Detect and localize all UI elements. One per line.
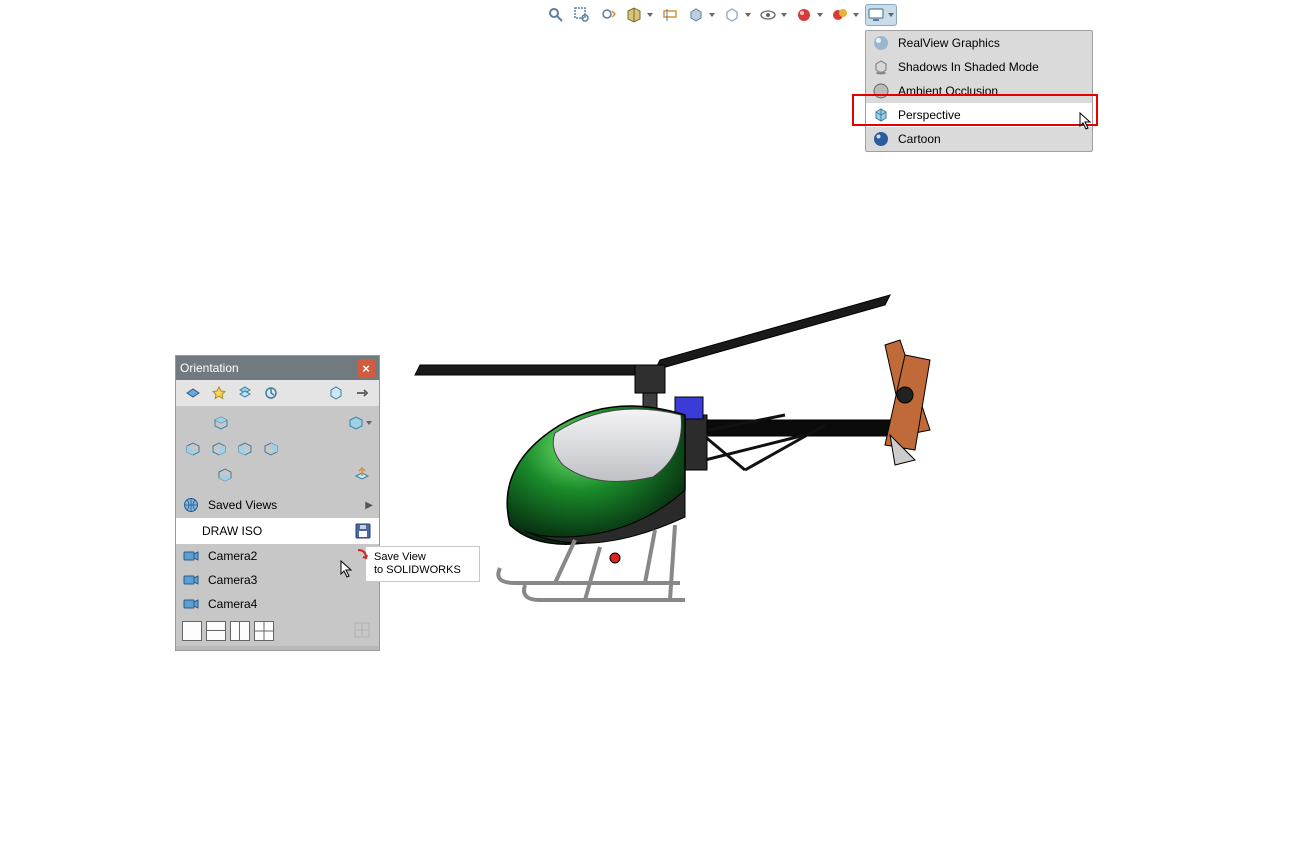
menu-label: Shadows In Shaded Mode <box>898 60 1039 74</box>
single-viewport-icon[interactable] <box>182 621 202 641</box>
reset-views-icon[interactable] <box>260 382 282 404</box>
save-view-tooltip: Save View to SOLIDWORKS <box>365 546 480 582</box>
camera-icon <box>182 595 200 613</box>
display-style-button[interactable] <box>685 4 717 26</box>
shadows-cube-icon <box>872 58 890 76</box>
close-icon[interactable]: × <box>357 359 375 377</box>
camera-label: Camera3 <box>208 573 257 587</box>
ambient-sphere-icon <box>872 82 890 100</box>
menu-item-shadows[interactable]: Shadows In Shaded Mode <box>866 55 1092 79</box>
saved-views-header[interactable]: Saved Views ▶ <box>176 492 379 518</box>
menu-label: RealView Graphics <box>898 36 1000 50</box>
new-view-icon[interactable] <box>208 382 230 404</box>
four-viewport-icon[interactable] <box>254 621 274 641</box>
camera-row[interactable]: Camera2 <box>176 544 379 568</box>
edit-appearance-button[interactable] <box>793 4 825 26</box>
camera-icon <box>182 571 200 589</box>
right-view-icon[interactable] <box>234 438 256 460</box>
view-settings-menu: RealView Graphics Shadows In Shaded Mode… <box>865 30 1093 152</box>
back-view-icon[interactable] <box>260 438 282 460</box>
top-view-icon[interactable] <box>210 412 232 434</box>
camera-row[interactable]: Camera4 <box>176 592 379 616</box>
globe-icon <box>182 496 200 514</box>
menu-label: Perspective <box>898 108 961 122</box>
link-views-icon[interactable] <box>353 621 373 641</box>
camera-label: Camera4 <box>208 597 257 611</box>
draw-iso-label: DRAW ISO <box>182 524 353 538</box>
viewport-layout-row <box>176 616 379 646</box>
menu-item-cartoon[interactable]: Cartoon <box>866 127 1092 151</box>
tooltip-line2: to SOLIDWORKS <box>374 564 469 577</box>
perspective-cube-icon <box>872 106 890 124</box>
cartoon-sphere-icon <box>872 130 890 148</box>
saved-view-draw-iso[interactable]: DRAW ISO <box>176 518 379 544</box>
menu-label: Ambient Occlusion <box>898 84 998 98</box>
two-vert-viewport-icon[interactable] <box>230 621 250 641</box>
left-view-icon[interactable] <box>182 438 204 460</box>
front-view-icon[interactable] <box>208 438 230 460</box>
tooltip-line1: Save View <box>374 551 469 564</box>
orientation-title: Orientation <box>180 361 239 375</box>
update-views-icon[interactable] <box>234 382 256 404</box>
axonometric-icon[interactable] <box>325 382 347 404</box>
realview-sphere-icon <box>872 34 890 52</box>
iso-selector-icon[interactable] <box>345 412 373 434</box>
heads-up-view-toolbar <box>545 4 897 26</box>
previous-view-icon[interactable] <box>597 4 619 26</box>
saved-views-label: Saved Views <box>208 498 357 512</box>
standard-views-bottom-row <box>176 462 379 492</box>
camera-row[interactable]: Camera3 <box>176 568 379 592</box>
hide-show-button[interactable] <box>721 4 753 26</box>
pin-icon[interactable] <box>351 382 373 404</box>
orientation-toolbar-1 <box>176 380 379 406</box>
view-selector-icon[interactable] <box>182 382 204 404</box>
apply-scene-button[interactable] <box>829 4 861 26</box>
orientation-title-bar[interactable]: Orientation × <box>176 356 379 380</box>
menu-label: Cartoon <box>898 132 941 146</box>
dynamic-annotation-icon[interactable] <box>659 4 681 26</box>
bottom-view-icon[interactable] <box>214 464 236 486</box>
zoom-area-icon[interactable] <box>571 4 593 26</box>
section-view-button[interactable] <box>623 4 655 26</box>
orientation-panel: Orientation × Saved Views ▶ <box>175 355 380 651</box>
standard-views-mid-row <box>176 436 379 462</box>
chevron-right-icon: ▶ <box>365 500 373 511</box>
standard-views-top-row <box>176 406 379 436</box>
menu-item-ambient-occlusion[interactable]: Ambient Occlusion <box>866 79 1092 103</box>
zoom-to-fit-icon[interactable] <box>545 4 567 26</box>
camera-label: Camera2 <box>208 549 257 563</box>
normal-to-icon[interactable] <box>351 464 373 486</box>
view-settings-button[interactable] <box>865 4 897 26</box>
menu-item-realview[interactable]: RealView Graphics <box>866 31 1092 55</box>
save-view-button[interactable] <box>353 521 373 541</box>
menu-item-perspective[interactable]: Perspective <box>866 103 1092 127</box>
camera-icon <box>182 547 200 565</box>
two-horiz-viewport-icon[interactable] <box>206 621 226 641</box>
view-orientation-eye-button[interactable] <box>757 4 789 26</box>
